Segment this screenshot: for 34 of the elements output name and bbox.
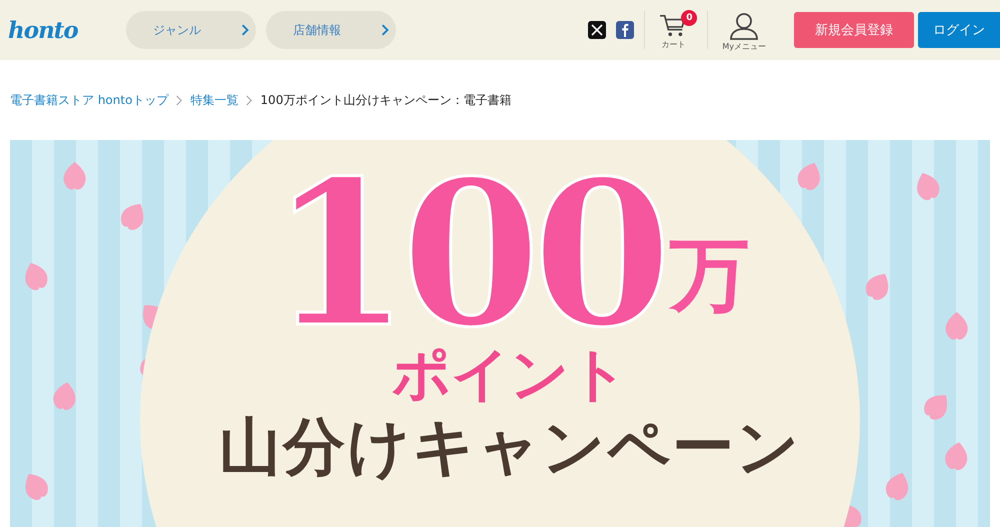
register-button[interactable]: 新規会員登録	[794, 12, 914, 48]
honto-logo[interactable]: honto	[8, 16, 126, 44]
cart-label: カート	[661, 39, 686, 50]
chevron-right-icon	[241, 24, 249, 36]
cherry-petal	[946, 312, 968, 340]
nav-menu-button[interactable]: 店舗情報	[266, 11, 396, 49]
breadcrumb-link[interactable]: 電子書籍ストア hontoトップ	[10, 92, 168, 108]
cherry-petal	[25, 262, 48, 290]
chevron-right-icon	[381, 24, 389, 36]
facebook-logo-icon[interactable]	[616, 21, 634, 39]
banner-campaign-text: 山分けキャンペーン	[219, 413, 801, 482]
cherry-petal	[121, 204, 144, 230]
x-logo-icon[interactable]	[588, 21, 606, 39]
breadcrumb-separator-icon	[176, 94, 182, 106]
cherry-petal	[26, 474, 48, 500]
my-menu-button[interactable]: Myメニュー	[718, 8, 776, 52]
cherry-petal	[886, 472, 908, 500]
cart-button[interactable]: 0 カート	[655, 10, 698, 50]
breadcrumb-link[interactable]: 特集一覧	[190, 92, 238, 108]
my-menu-label: Myメニュー	[722, 41, 766, 52]
cherry-petal	[924, 395, 948, 420]
breadcrumb-separator-icon	[246, 94, 252, 106]
banner-unit-text: 万	[670, 235, 750, 315]
breadcrumb-current: 100万ポイント山分けキャンペーン：電子書籍	[260, 92, 512, 108]
login-button[interactable]: ログイン	[918, 12, 1000, 48]
cherry-petal	[798, 162, 820, 190]
cart-count-badge: 0	[681, 10, 698, 26]
nav-menu-button[interactable]: ジャンル	[126, 11, 256, 49]
cherry-petal	[945, 442, 968, 470]
cherry-petal	[866, 274, 888, 300]
user-icon	[729, 12, 760, 40]
cherry-petal	[64, 162, 86, 190]
cherry-petal	[917, 172, 940, 200]
cherry-petal	[53, 382, 76, 410]
